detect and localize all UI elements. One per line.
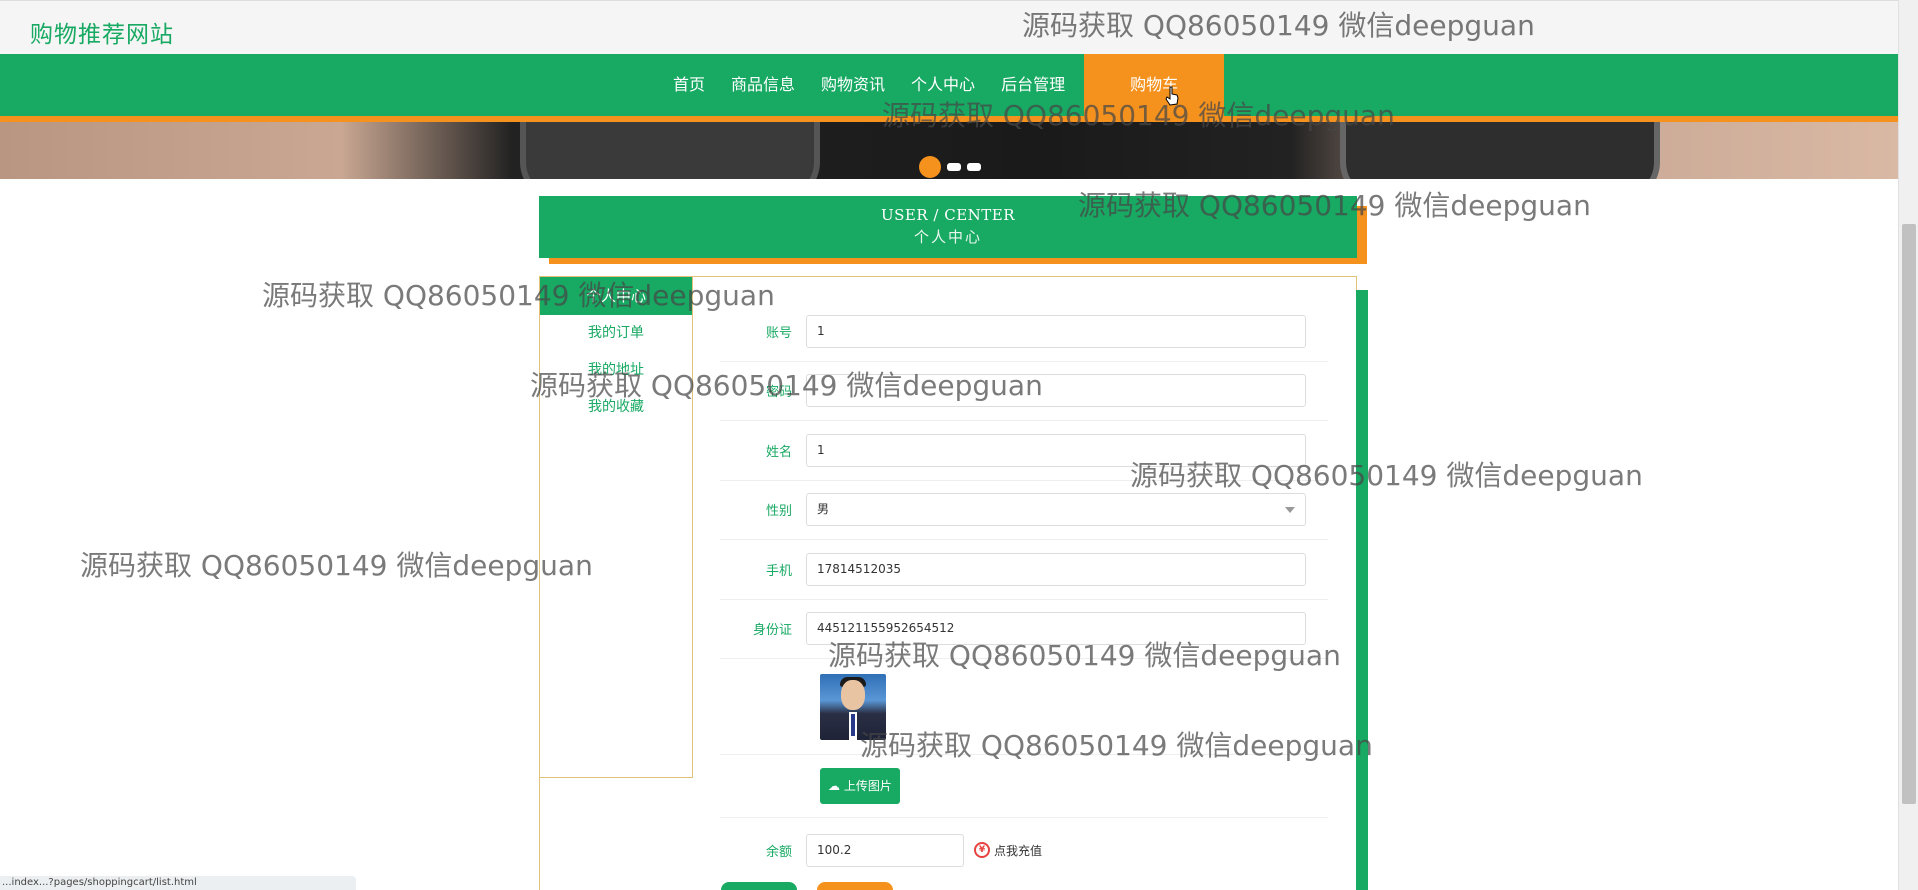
side-item-favorites[interactable]: 我的收藏	[540, 389, 692, 426]
center-title-cn: 个人中心	[913, 228, 982, 246]
recharge-label: 点我充值	[994, 843, 1043, 858]
form-actions	[721, 882, 893, 890]
side-menu: 个人中心 我的订单 我的地址 我的收藏	[539, 276, 693, 778]
submit-button[interactable]	[721, 882, 797, 890]
top-bar: 购物推荐网站	[0, 0, 1898, 54]
nav-item-admin[interactable]: 后台管理	[988, 54, 1078, 116]
center-header: USER / CENTER 个人中心	[539, 196, 1357, 258]
banner-carousel	[0, 122, 1898, 179]
scroll-thumb[interactable]	[1902, 224, 1916, 804]
cloud-upload-icon: ☁	[828, 779, 840, 793]
form-row-gender: 性别 男	[720, 481, 1328, 540]
gender-label: 性别	[765, 504, 792, 520]
nav-item-products[interactable]: 商品信息	[718, 54, 808, 116]
carousel-dots	[919, 156, 981, 178]
avatar-face	[841, 679, 865, 710]
hand-pointer-icon	[1165, 86, 1179, 106]
carousel-dot[interactable]	[947, 163, 961, 171]
side-menu-header[interactable]: 个人中心	[540, 277, 692, 315]
form-row-photo	[720, 659, 1328, 755]
form-row-upload: ☁ 上传图片	[720, 755, 1328, 818]
center-title-en: USER / CENTER	[880, 206, 1016, 224]
main-nav: 首页 商品信息 购物资讯 个人中心 后台管理 购物车	[0, 54, 1898, 122]
id-card-input[interactable]: 445121155952654512	[806, 612, 1306, 646]
form-row-balance: 余额 100.2 ¥ 点我充值	[720, 818, 1328, 882]
nav-item-cart[interactable]: 购物车	[1084, 54, 1225, 116]
form-row-name: 姓名 1	[720, 421, 1328, 481]
phone-label: 手机	[765, 563, 792, 579]
watermark: 源码获取 QQ86050149 微信deepguan	[80, 549, 593, 582]
form-row-id-card: 身份证 445121155952654512	[720, 600, 1328, 659]
carousel-dot[interactable]	[967, 163, 981, 171]
side-item-address[interactable]: 我的地址	[540, 352, 692, 389]
banner-watch-image	[520, 122, 820, 179]
account-input[interactable]: 1	[806, 314, 1306, 348]
browser-status-url: ...index...?pages/shoppingcart/list.html	[0, 876, 356, 890]
account-label: 账号	[765, 325, 792, 341]
side-item-orders[interactable]: 我的订单	[540, 315, 692, 352]
gender-select[interactable]: 男	[806, 493, 1306, 527]
password-input[interactable]	[806, 374, 1306, 408]
banner-watch-image	[1340, 122, 1660, 179]
name-label: 姓名	[765, 444, 792, 460]
carousel-dot-active[interactable]	[919, 156, 941, 178]
profile-form: 账号 1 密码 姓名 1 性别 男 手机 17814512035 身份证 445…	[720, 302, 1328, 882]
frame-accent-bar	[1356, 290, 1368, 890]
form-row-password: 密码	[720, 362, 1328, 421]
site-title[interactable]: 购物推荐网站	[30, 15, 174, 49]
recharge-link[interactable]: ¥ 点我充值	[974, 842, 1042, 859]
yuan-coin-icon: ¥	[974, 842, 990, 858]
phone-input[interactable]: 17814512035	[806, 552, 1306, 586]
logout-button[interactable]	[817, 882, 893, 890]
nav-item-home[interactable]: 首页	[660, 54, 718, 116]
form-row-account: 账号 1	[720, 302, 1328, 362]
page-scrollbar[interactable]	[1898, 0, 1918, 890]
password-label: 密码	[765, 385, 792, 401]
id-card-label: 身份证	[752, 623, 792, 639]
form-row-phone: 手机 17814512035	[720, 540, 1328, 600]
balance-label: 余额	[765, 844, 792, 860]
nav-item-user-center[interactable]: 个人中心	[898, 54, 988, 116]
nav-items: 首页 商品信息 购物资讯 个人中心 后台管理 购物车	[660, 54, 1225, 116]
upload-image-button[interactable]: ☁ 上传图片	[820, 768, 900, 804]
nav-item-news[interactable]: 购物资讯	[808, 54, 898, 116]
name-input[interactable]: 1	[806, 433, 1306, 467]
avatar	[820, 673, 886, 740]
balance-input[interactable]: 100.2	[806, 833, 964, 867]
avatar-tie	[851, 713, 855, 736]
upload-button-label: 上传图片	[843, 779, 892, 793]
